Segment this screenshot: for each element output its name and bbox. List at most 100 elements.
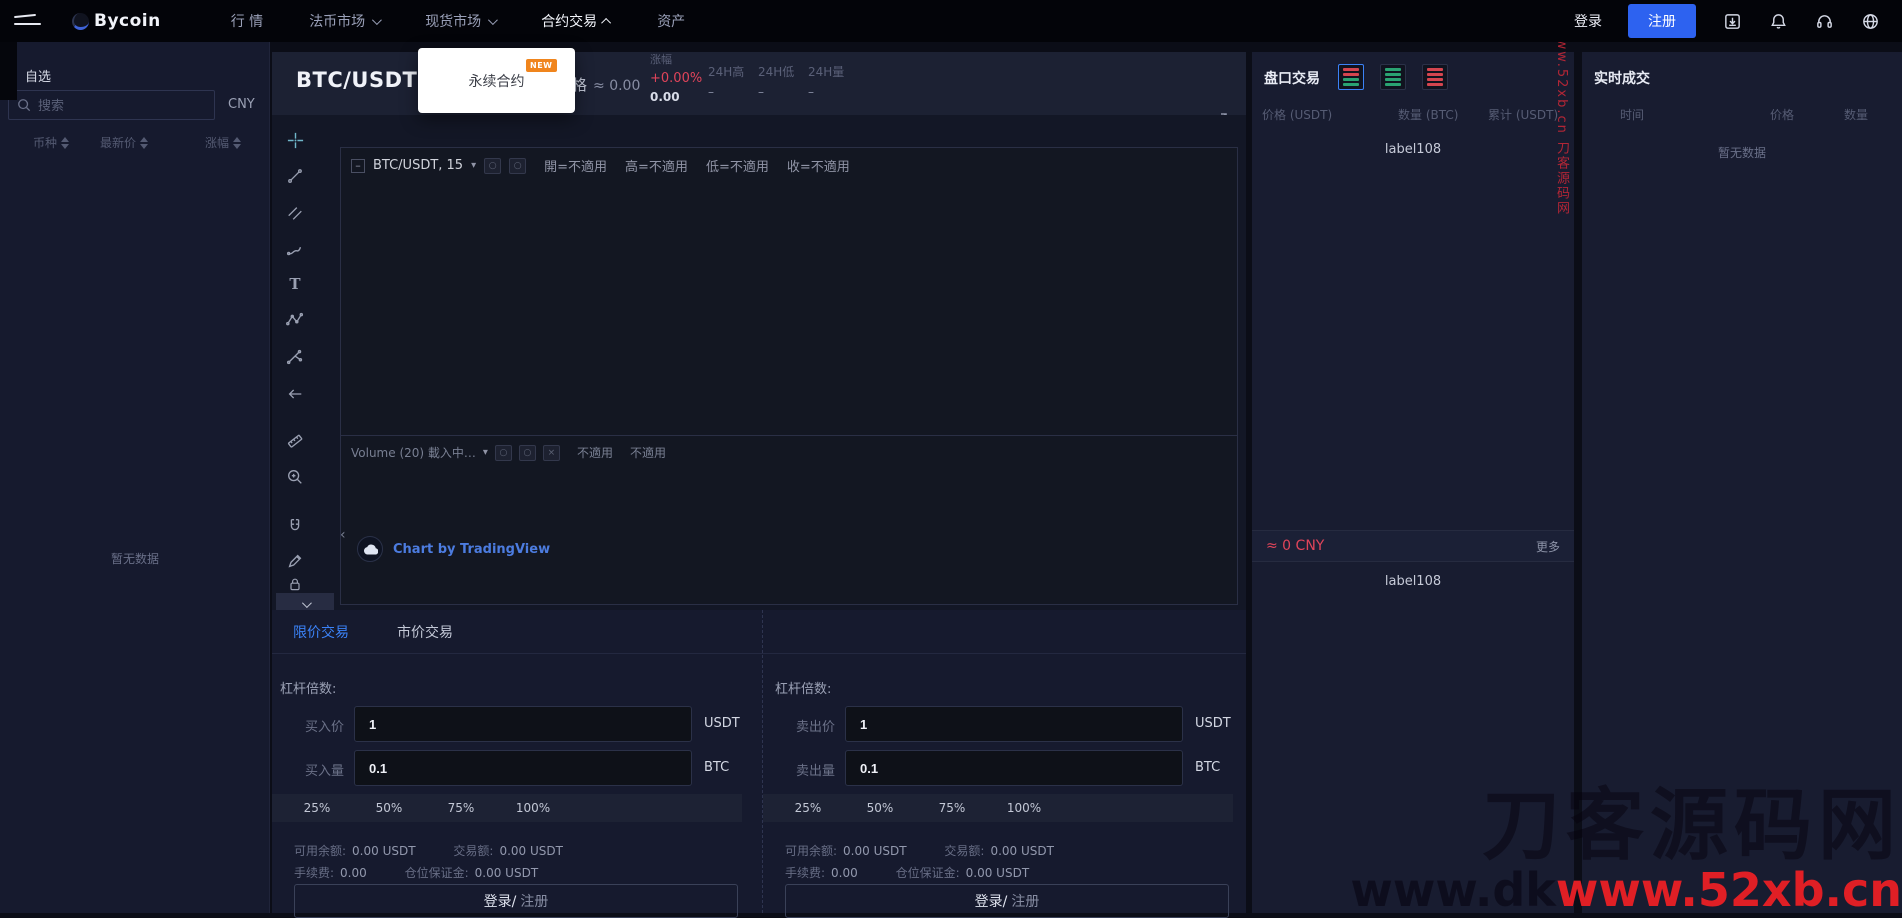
zoom-in-icon[interactable] (280, 463, 310, 491)
buy-percent-100[interactable]: 100% (497, 794, 569, 822)
sell-percent-25[interactable]: 25% (772, 794, 844, 822)
language-globe-icon[interactable] (1860, 11, 1880, 31)
xabcd-pattern-icon[interactable] (280, 306, 310, 334)
sell-side-view-icon[interactable] (1422, 64, 1448, 90)
sell-percent-50[interactable]: 50% (844, 794, 916, 822)
orderbook-view-switcher (1338, 64, 1448, 90)
sell-percent-100[interactable]: 100% (988, 794, 1060, 822)
column-symbol[interactable]: 币种 (33, 134, 69, 151)
nav-item-spot[interactable]: 现货市场 (425, 11, 495, 31)
register-button[interactable]: 注册 (1628, 4, 1696, 38)
magnet-icon[interactable] (280, 512, 310, 540)
buy-amount-label: 买入量 (272, 760, 344, 779)
sell-amount-label: 卖出量 (763, 760, 835, 779)
currency-selector[interactable]: CNY (228, 97, 255, 112)
tradingview-attribution-link[interactable]: Chart by TradingView (393, 542, 550, 557)
login-link[interactable]: 登录 (1574, 11, 1602, 31)
crosshair-icon[interactable] (280, 126, 310, 154)
buy-side-view-icon[interactable] (1380, 64, 1406, 90)
orderbook-more-link[interactable]: 更多 (1536, 538, 1560, 555)
top-navbar: Bycoin 行 情 法币市场 现货市场 合约交易 资产 登录 注册 (0, 0, 1902, 42)
buy-percent-50[interactable]: 50% (353, 794, 425, 822)
chart-trade-column: BTC/USDT 格≈ 0.00 涨幅 +0.00% 0.00 24H高– 24… (272, 52, 1246, 913)
dropdown-item-perpetual[interactable]: 永续合约 NEW (469, 71, 525, 91)
legend-high-value: 高=不適用 (625, 156, 688, 175)
notifications-bell-icon[interactable] (1768, 11, 1788, 31)
live-trades-panel: 实时成交 时间 价格 数量 暂无数据 (1582, 52, 1902, 913)
nav-item-assets[interactable]: 资产 (657, 11, 685, 31)
orderbook-cny-value: ≈ 0 CNY (1266, 538, 1324, 554)
orderbook-placeholder-row: label108 (1252, 574, 1574, 589)
nav-item-fiat[interactable]: 法币市场 (309, 11, 379, 31)
indicator-close-icon[interactable]: × (543, 445, 560, 461)
trades-col-time: 时间 (1620, 106, 1644, 123)
buy-balance-line: 可用余额:0.00 USDT 交易额:0.00 USDT (294, 842, 563, 859)
legend-close-value: 收=不適用 (787, 156, 850, 175)
support-headset-icon[interactable] (1814, 11, 1834, 31)
buy-fee-line: 手续费:0.00 仓位保证金:0.00 USDT (294, 864, 538, 881)
legend-eye-icon[interactable]: ○ (484, 158, 501, 174)
column-change[interactable]: 涨幅 (205, 134, 241, 151)
watchlist-empty-text: 暂无数据 (0, 550, 270, 567)
change-absolute: 0.00 (650, 91, 680, 103)
column-last-price[interactable]: 最新价 (100, 134, 148, 151)
orderbook-col-amount: 数量 (BTC) (1398, 106, 1458, 123)
live-trades-title: 实时成交 (1594, 68, 1650, 88)
toolbar-collapse-arrow[interactable]: ‹ (340, 521, 350, 549)
search-input[interactable] (38, 98, 188, 113)
brand-logo[interactable]: Bycoin (72, 11, 161, 31)
text-tool-icon[interactable]: T (280, 270, 310, 298)
buy-amount-input[interactable] (354, 750, 692, 786)
nav-item-contracts[interactable]: 合约交易 (541, 11, 611, 31)
latest-price: 格≈ 0.00 (572, 74, 640, 95)
legend-settings-icon[interactable]: ○ (509, 158, 526, 174)
brand-logo-icon (72, 13, 89, 30)
indicator-settings-icon[interactable]: ○ (519, 445, 536, 461)
sell-percent-strip: 25% 50% 75% 100% (763, 794, 1233, 822)
tradingview-chart-region: T – BTC/USDT, 15 (272, 115, 1246, 610)
trend-line-icon[interactable] (280, 162, 310, 190)
hamburger-menu-icon[interactable] (14, 13, 44, 29)
sell-amount-row: 卖出量 BTC (763, 750, 1240, 786)
sell-amount-unit: BTC (1195, 760, 1220, 775)
tradingview-logo-icon (357, 536, 383, 562)
nav-item-market[interactable]: 行 情 (231, 11, 263, 31)
chevron-down-icon (372, 15, 382, 25)
stat-24h-low: 24H低– (758, 66, 794, 98)
both-sides-view-icon[interactable] (1338, 64, 1364, 90)
chart-plot-area[interactable]: – BTC/USDT, 15 ▾ ○ ○ 開=不適用 高=不適用 低=不適用 收… (340, 147, 1238, 605)
chevron-down-icon[interactable]: ▾ (483, 447, 488, 458)
download-app-icon[interactable] (1722, 11, 1742, 31)
brush-icon[interactable] (280, 235, 310, 263)
parallel-channel-icon[interactable] (280, 199, 310, 227)
trade-forms-region: 限价交易 市价交易 杠杆倍数: 杠杆倍数: 买入价 USDT 买入量 BTC 2… (272, 610, 1246, 913)
ruler-icon[interactable] (280, 427, 310, 455)
watchlist-header-row: 币种 最新价 涨幅 (0, 134, 269, 154)
sell-price-input[interactable] (845, 706, 1183, 742)
sort-icon (140, 137, 148, 149)
search-box[interactable] (8, 90, 215, 120)
pane-divider[interactable] (341, 435, 1237, 436)
arrow-left-icon[interactable] (280, 380, 310, 408)
buy-form-column: 买入价 USDT 买入量 BTC 25% 50% 75% 100% 可用余额:0… (272, 610, 750, 913)
buy-percent-75[interactable]: 75% (425, 794, 497, 822)
collapse-legend-icon[interactable]: – (351, 159, 365, 173)
buy-price-label: 买入价 (272, 716, 344, 735)
orderbook-panel: 盘口交易 价格 (USDT) 数量 (BTC) 累计 (USDT) label1… (1252, 52, 1574, 913)
change-percent: +0.00% (650, 72, 702, 85)
legend-low-value: 低=不適用 (706, 156, 769, 175)
forecast-tool-icon[interactable] (280, 343, 310, 371)
orderbook-col-price: 价格 (USDT) (1262, 106, 1332, 123)
watchlist-panel: 自选 CNY 币种 最新价 涨幅 暂无数据 (0, 42, 270, 913)
buy-amount-unit: BTC (704, 760, 729, 775)
sell-amount-input[interactable] (845, 750, 1183, 786)
buy-percent-strip: 25% 50% 75% 100% (272, 794, 742, 822)
volume-label[interactable]: Volume (20) 載入中… (351, 444, 476, 461)
legend-symbol[interactable]: BTC/USDT, 15 (373, 158, 463, 173)
indicator-eye-icon[interactable]: ○ (495, 445, 512, 461)
buy-percent-25[interactable]: 25% (281, 794, 353, 822)
chevron-down-icon (488, 15, 498, 25)
buy-price-input[interactable] (354, 706, 692, 742)
chevron-down-icon[interactable]: ▾ (471, 160, 476, 171)
sell-percent-75[interactable]: 75% (916, 794, 988, 822)
